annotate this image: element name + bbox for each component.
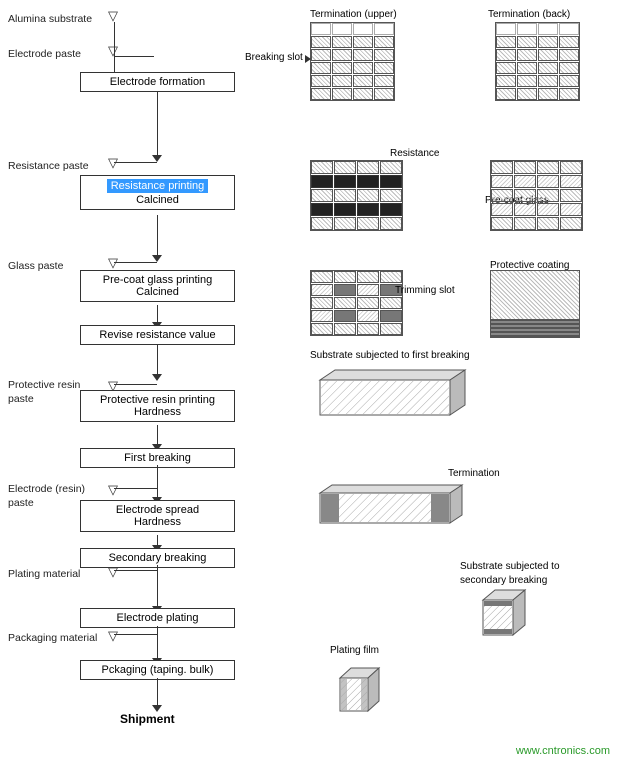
trimming-diagram — [310, 270, 403, 336]
electrode-resin-arrow: ▽ — [108, 482, 118, 498]
termination-upper-label: Termination (upper) — [310, 8, 397, 20]
vline11 — [157, 678, 158, 708]
hline2 — [114, 162, 157, 163]
protective-coating-diag — [490, 270, 580, 338]
packaging-box: Pckaging (taping. bulk) — [80, 660, 235, 680]
electrode-plating-box: Electrode plating — [80, 608, 235, 628]
hline6 — [114, 570, 157, 571]
hline7 — [114, 634, 157, 635]
resistance-diagram — [310, 160, 403, 231]
packaging-material-arrow: ▽ — [108, 628, 118, 644]
electrode-formation-box: Electrode formation — [80, 72, 235, 92]
vline1 — [114, 22, 115, 72]
arrow2 — [152, 155, 162, 162]
arrow3 — [152, 255, 162, 262]
watermark: www.cntronics.com — [516, 745, 610, 757]
vline2 — [157, 91, 158, 159]
packaging-material-label: Packaging material — [8, 632, 97, 644]
resistance-paste-label: Resistance paste — [8, 160, 89, 172]
hline1 — [114, 56, 154, 57]
hline5 — [114, 488, 157, 489]
breaking-slot-arrow — [305, 55, 311, 63]
hardness-2: Hardness — [87, 516, 228, 528]
plating-material-label: Plating material — [8, 568, 80, 580]
resistance-paste-arrow: ▽ — [108, 155, 118, 171]
plating-material-arrow: ▽ — [108, 564, 118, 580]
term-back-diagram — [495, 22, 580, 101]
hardness-1: Hardness — [87, 406, 228, 418]
first-breaking-label: Substrate subjected to first breaking — [310, 350, 470, 361]
electrode-spread-box: Electrode spread Hardness — [80, 500, 235, 532]
vline5 — [157, 345, 158, 377]
revise-resistance-box: Revise resistance value — [80, 325, 235, 345]
calcined-2: Calcined — [87, 286, 228, 298]
vline10 — [157, 626, 158, 661]
electrode-paste-label: Electrode paste — [8, 48, 81, 60]
arrow5 — [152, 374, 162, 381]
breaking-slot-label: Breaking slot — [245, 52, 303, 63]
plating-film-3d — [335, 660, 390, 720]
resistance-diag-label: Resistance — [390, 148, 439, 159]
plating-film-label: Plating film — [330, 645, 379, 656]
termination-back-label: Termination (back) — [488, 8, 570, 20]
alumina-label: Alumina substrate — [8, 13, 92, 25]
trimming-slot-label: Trimming slot — [395, 285, 455, 296]
arrow11 — [152, 705, 162, 712]
page: { "title": "Chip Resistor Manufacturing … — [0, 0, 620, 763]
hline3 — [114, 262, 157, 263]
hline4 — [114, 384, 157, 385]
term-upper-diagram — [310, 22, 395, 101]
protective-resin-box: Protective resin printing Hardness — [80, 390, 235, 422]
glass-paste-label: Glass paste — [8, 260, 63, 272]
vline9 — [157, 565, 158, 609]
protective-coating-label: Protective coating — [490, 260, 570, 271]
secondary-breaking-3d — [475, 580, 535, 645]
glass-paste-arrow: ▽ — [108, 255, 118, 271]
alumina-arrow: ▽ — [108, 8, 118, 24]
calcined-1: Calcined — [87, 194, 228, 206]
pre-coat-diagram — [490, 160, 583, 231]
resistance-printing-highlight: Resistance printing — [107, 179, 209, 193]
protective-resin-label: Protective resinpaste — [8, 378, 80, 406]
vline3 — [157, 215, 158, 258]
resistance-printing-box: Resistance printing Calcined — [80, 175, 235, 210]
first-breaking-3d — [310, 365, 475, 425]
electrode-spread-3d — [310, 478, 475, 533]
pre-coat-glass-box: Pre-coat glass printing Calcined — [80, 270, 235, 302]
electrode-resin-label: Electrode (resin)paste — [8, 482, 85, 510]
shipment-label: Shipment — [120, 712, 175, 726]
vline7 — [157, 465, 158, 500]
